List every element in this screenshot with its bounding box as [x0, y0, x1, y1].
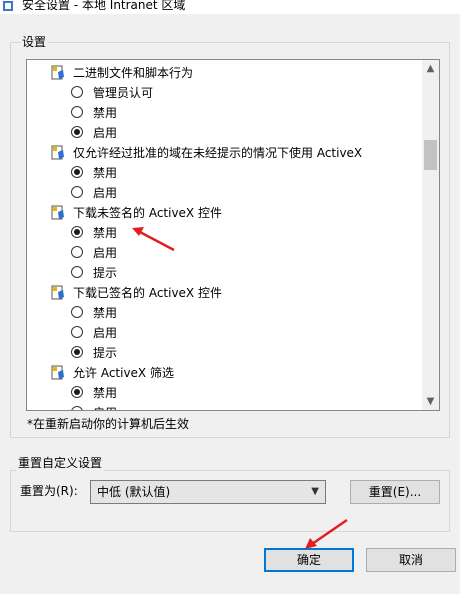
setting-label: 下载未签名的 ActiveX 控件: [73, 206, 222, 220]
setting-label: 允许 ActiveX 筛选: [73, 366, 174, 380]
setting-document-icon: [51, 65, 64, 80]
window-title: 安全设置 - 本地 Intranet 区域: [22, 0, 186, 12]
reset-button[interactable]: 重置(E)...: [350, 480, 440, 504]
setting-label: 仅允许经过批准的域在未经提示的情况下使用 ActiveX: [73, 146, 363, 160]
setting-option[interactable]: 管理员认可: [27, 83, 423, 103]
setting-option[interactable]: 启用: [27, 243, 423, 263]
setting-document-icon: [51, 145, 64, 160]
scroll-down-icon[interactable]: ▼: [422, 393, 439, 410]
settings-group-label: 设置: [20, 34, 49, 50]
reset-level-select[interactable]: 中低 (默认值) ▼: [90, 480, 326, 504]
setting-document-icon: [51, 205, 64, 220]
setting-option[interactable]: 启用: [27, 183, 423, 203]
radio-button[interactable]: [71, 306, 83, 318]
reset-to-label: 重置为(R):: [20, 484, 78, 498]
option-label: 禁用: [93, 306, 118, 320]
setting-header: 仅允许经过批准的域在未经提示的情况下使用 ActiveX: [27, 143, 423, 163]
option-label: 禁用: [93, 166, 118, 180]
radio-button[interactable]: [71, 346, 83, 358]
option-label: 禁用: [93, 106, 118, 120]
setting-option[interactable]: 提示: [27, 263, 423, 283]
option-label: 提示: [93, 266, 118, 280]
radio-button[interactable]: [71, 226, 83, 238]
option-label: 启用: [93, 126, 118, 140]
setting-header: 二进制文件和脚本行为: [27, 63, 423, 83]
cancel-button[interactable]: 取消: [366, 548, 456, 572]
setting-option[interactable]: 启用: [27, 323, 423, 343]
option-label: 启用: [93, 246, 118, 260]
radio-button[interactable]: [71, 86, 83, 98]
radio-button[interactable]: [71, 266, 83, 278]
option-label: 启用: [93, 405, 117, 410]
setting-document-icon: [51, 365, 64, 380]
radio-button[interactable]: [71, 386, 83, 398]
title-bar: 安全设置 - 本地 Intranet 区域: [0, 0, 460, 14]
setting-option[interactable]: 禁用: [27, 223, 423, 243]
security-shield-icon: [3, 1, 13, 11]
settings-list-scrollbar[interactable]: ▲ ▼: [422, 60, 439, 410]
setting-header: 允许 ActiveX 筛选: [27, 363, 423, 383]
option-label: 管理员认可: [93, 86, 154, 100]
scroll-up-icon[interactable]: ▲: [422, 60, 439, 77]
radio-button[interactable]: [71, 406, 83, 410]
scroll-thumb[interactable]: [424, 140, 437, 170]
setting-option[interactable]: 提示: [27, 343, 423, 363]
radio-button[interactable]: [71, 186, 83, 198]
option-label: 启用: [93, 326, 118, 340]
radio-button[interactable]: [71, 106, 83, 118]
option-label: 提示: [93, 346, 118, 360]
setting-option[interactable]: 启用: [27, 403, 423, 410]
radio-button[interactable]: [71, 126, 83, 138]
chevron-down-icon[interactable]: ▼: [311, 485, 319, 499]
settings-list[interactable]: 二进制文件和脚本行为 管理员认可 禁用 启用 仅允许经过批准的域在未经提示的情况下使用 …: [26, 59, 440, 411]
option-label: 禁用: [93, 226, 118, 240]
setting-document-icon: [51, 285, 64, 300]
option-label: 启用: [93, 186, 118, 200]
setting-label: 下载已签名的 ActiveX 控件: [73, 286, 222, 300]
setting-option[interactable]: 启用: [27, 123, 423, 143]
reset-level-value: 中低 (默认值): [97, 485, 171, 499]
setting-option[interactable]: 禁用: [27, 103, 423, 123]
radio-button[interactable]: [71, 326, 83, 338]
radio-button[interactable]: [71, 246, 83, 258]
restart-note: *在重新启动你的计算机后生效: [27, 417, 190, 431]
setting-option[interactable]: 禁用: [27, 383, 423, 403]
ok-button[interactable]: 确定: [264, 548, 354, 572]
option-label: 禁用: [93, 386, 118, 400]
setting-header: 下载已签名的 ActiveX 控件: [27, 283, 423, 303]
setting-option[interactable]: 禁用: [27, 163, 423, 183]
radio-button[interactable]: [71, 166, 83, 178]
setting-header: 下载未签名的 ActiveX 控件: [27, 203, 423, 223]
setting-option[interactable]: 禁用: [27, 303, 423, 323]
reset-group-label: 重置自定义设置: [16, 455, 105, 471]
setting-label: 二进制文件和脚本行为: [73, 66, 194, 80]
